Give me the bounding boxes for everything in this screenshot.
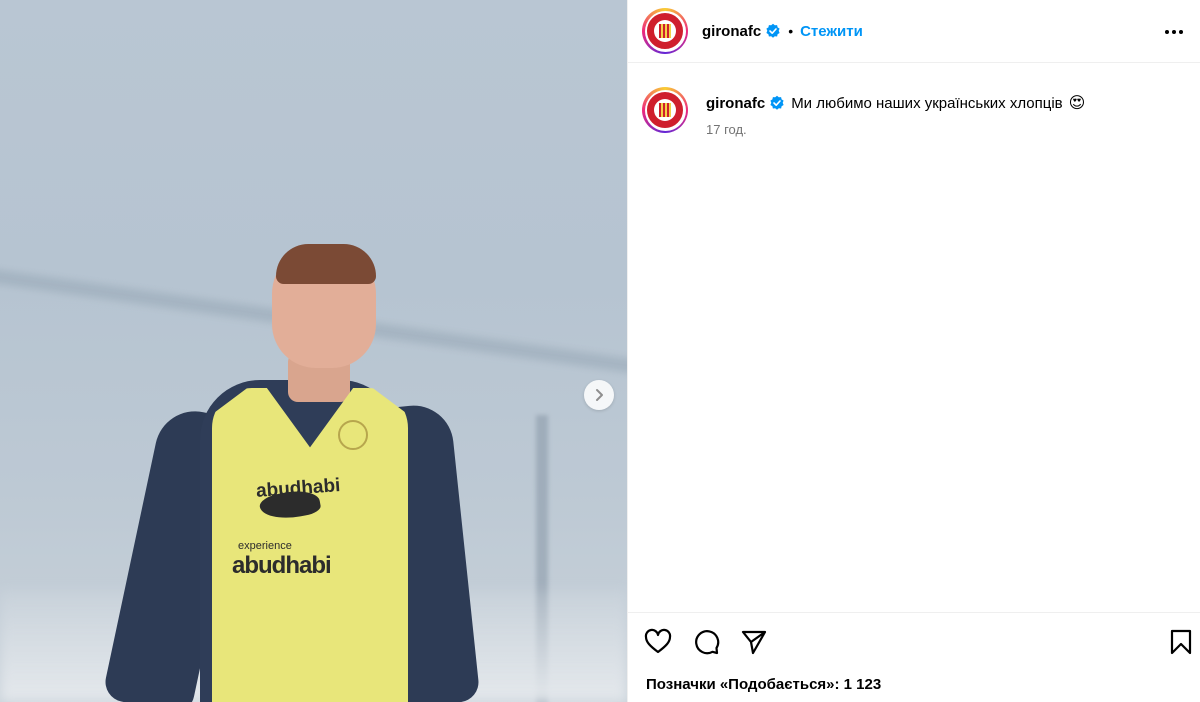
player-photo: abudhabi experience abudhabi	[101, 240, 481, 702]
verified-badge-icon	[770, 95, 784, 110]
likes-count[interactable]: Позначки «Подобається»: 1 123	[646, 676, 881, 693]
more-options-button[interactable]	[1162, 20, 1186, 44]
club-crest-icon	[647, 92, 683, 128]
caption-username[interactable]: gironafc	[706, 95, 765, 112]
chevron-right-icon	[596, 389, 603, 401]
bib-sponsor-small: experience	[238, 540, 292, 552]
caption-text: Ми любимо наших українських хлопців	[791, 94, 1063, 112]
caption-avatar[interactable]	[642, 87, 688, 133]
follow-button[interactable]: Стежити	[800, 23, 863, 40]
comment-icon[interactable]	[692, 628, 720, 656]
verified-badge-icon	[766, 23, 780, 38]
bib-sponsor-big: abudhabi	[232, 552, 332, 579]
heart-icon[interactable]	[644, 628, 672, 656]
post-media[interactable]: abudhabi experience abudhabi	[0, 0, 627, 702]
more-options-icon	[1165, 30, 1183, 34]
avatar[interactable]	[642, 8, 688, 54]
action-bar	[628, 612, 1200, 672]
bookmark-icon[interactable]	[1167, 628, 1195, 656]
post-side-panel: gironafc • Стежити gironafc Ми любимо на…	[627, 0, 1200, 702]
heart-eyes-emoji: 😍	[1068, 95, 1086, 112]
post-timestamp[interactable]: 17 год.	[706, 122, 1085, 137]
bib-crest	[338, 420, 368, 450]
separator-dot: •	[788, 23, 794, 39]
next-media-button[interactable]	[584, 380, 614, 410]
header-username[interactable]: gironafc	[702, 23, 761, 40]
club-crest-icon	[647, 13, 683, 49]
post-caption: gironafc Ми любимо наших українських хло…	[628, 63, 1200, 137]
share-icon[interactable]	[740, 628, 768, 656]
post-header: gironafc • Стежити	[628, 0, 1200, 63]
